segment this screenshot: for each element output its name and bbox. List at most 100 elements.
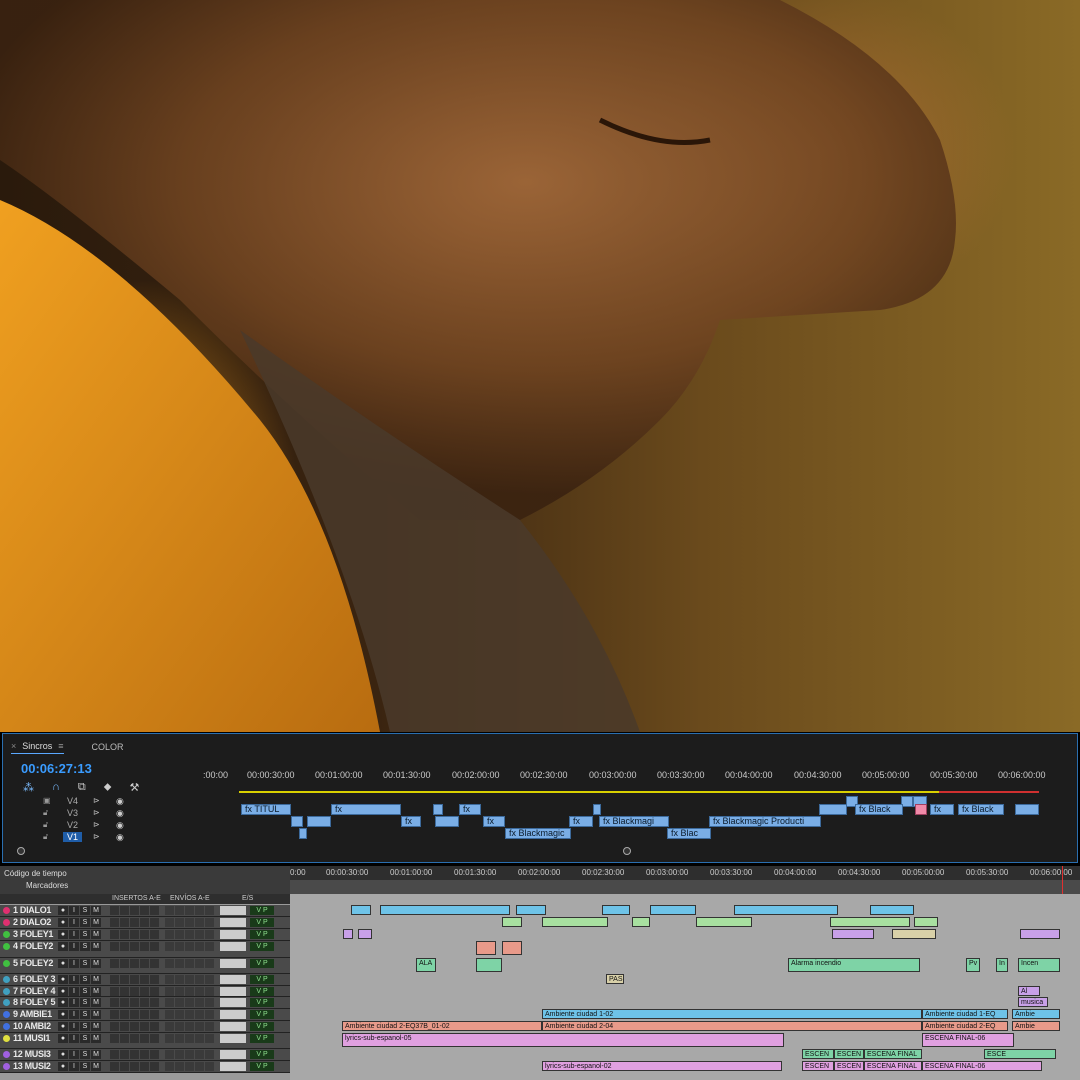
audio-clip-ambiente-2[interactable]: Ambiente ciudad 2-04 <box>542 1021 922 1031</box>
io-selector[interactable] <box>220 998 246 1007</box>
sync-lock-icon[interactable]: ⊳ <box>93 832 100 841</box>
menu-icon[interactable]: ≡ <box>58 741 63 751</box>
clip[interactable]: fx <box>459 804 481 815</box>
input-monitor-button[interactable]: I <box>69 959 79 968</box>
mute-button[interactable]: M <box>91 918 101 927</box>
voice-playback-selector[interactable]: V P <box>250 906 274 915</box>
track-name[interactable]: 2 DIALO2 <box>13 917 51 927</box>
audio-clip-pas[interactable]: PAS <box>606 974 624 984</box>
wrench-settings-icon[interactable]: ⚒ <box>129 781 139 794</box>
eye-icon[interactable]: ◉ <box>116 820 124 831</box>
voice-playback-selector[interactable]: V P <box>250 942 274 951</box>
audio-clip-lyrics-05[interactable]: lyrics-sub-espanol-05 <box>342 1033 784 1047</box>
record-button[interactable]: ● <box>58 1034 68 1043</box>
io-selector[interactable] <box>220 906 246 915</box>
clip-black[interactable]: fx Black <box>958 804 1004 815</box>
close-icon[interactable]: × <box>11 741 16 751</box>
scroll-handle-right[interactable] <box>623 847 631 855</box>
voice-playback-selector[interactable]: V P <box>250 1062 274 1071</box>
lane-v1[interactable]: fx Blackmagic fx Blac <box>203 828 1065 839</box>
track-name[interactable]: 5 FOLEY2 <box>13 958 53 968</box>
audio-clip-alarma-incendio[interactable]: Alarma incendio <box>788 958 920 972</box>
mute-button[interactable]: M <box>91 975 101 984</box>
insert-slots[interactable] <box>110 998 159 1007</box>
insert-slots[interactable] <box>110 987 159 996</box>
input-monitor-button[interactable]: I <box>69 930 79 939</box>
mute-button[interactable]: M <box>91 987 101 996</box>
solo-button[interactable]: S <box>80 959 90 968</box>
io-selector[interactable] <box>220 942 246 951</box>
audio-clip[interactable] <box>602 905 630 915</box>
input-monitor-button[interactable]: I <box>69 1010 79 1019</box>
record-button[interactable]: ● <box>58 1022 68 1031</box>
insert-slots[interactable] <box>110 959 159 968</box>
eye-icon[interactable]: ◉ <box>116 796 124 807</box>
record-button[interactable]: ● <box>58 1062 68 1071</box>
track-name[interactable]: 12 MUSI3 <box>13 1049 51 1059</box>
track-header[interactable]: 10 AMBI2 ● I S M V P <box>0 1021 290 1033</box>
input-monitor-button[interactable]: I <box>69 975 79 984</box>
clip[interactable]: fx <box>483 816 505 827</box>
audio-clip[interactable] <box>696 917 752 927</box>
lock-icon[interactable]: 🔓︎ <box>43 820 48 830</box>
add-marker-icon[interactable]: ⬥ <box>104 781 112 794</box>
audio-clip[interactable]: Al <box>1018 986 1040 996</box>
voice-playback-selector[interactable]: V P <box>250 918 274 927</box>
timeline-zoom-scrollbar[interactable] <box>17 847 1063 855</box>
insert-slots[interactable] <box>110 1062 159 1071</box>
clip[interactable] <box>915 804 927 815</box>
playhead-timecode[interactable]: 00:06:27:13 <box>21 761 92 776</box>
track-header[interactable]: 1 DIALO1 ● I S M V P <box>0 905 290 917</box>
send-slots[interactable] <box>165 959 214 968</box>
audio-clip[interactable] <box>650 905 696 915</box>
timecode-ruler[interactable]: 0:00 00:00:30:00 00:01:00:00 00:01:30:00… <box>290 866 1080 880</box>
insert-slots[interactable] <box>110 906 159 915</box>
mute-button[interactable]: M <box>91 930 101 939</box>
io-selector[interactable] <box>220 975 246 984</box>
clip[interactable]: fx <box>569 816 593 827</box>
track-name[interactable]: 3 FOLEY1 <box>13 929 53 939</box>
audio-clip[interactable]: ESCE <box>984 1049 1056 1059</box>
record-button[interactable]: ● <box>58 975 68 984</box>
insert-slots[interactable] <box>110 1010 159 1019</box>
insert-slots[interactable] <box>110 930 159 939</box>
audio-clip[interactable]: Ambie <box>1012 1021 1060 1031</box>
insert-slots[interactable] <box>110 1022 159 1031</box>
input-monitor-button[interactable]: I <box>69 987 79 996</box>
insert-slots[interactable] <box>110 1050 159 1059</box>
clip[interactable] <box>593 804 601 815</box>
audio-clip-musica[interactable]: musica <box>1018 997 1048 1007</box>
solo-button[interactable]: S <box>80 975 90 984</box>
send-slots[interactable] <box>165 1034 214 1043</box>
mute-button[interactable]: M <box>91 998 101 1007</box>
lock-icon[interactable]: 🔓︎ <box>43 832 48 842</box>
mute-button[interactable]: M <box>91 1050 101 1059</box>
audio-clip-alarma[interactable]: ALA <box>416 958 436 972</box>
clip-black[interactable]: fx Black <box>855 804 903 815</box>
track-header[interactable]: 7 FOLEY 4 ● I S M V P <box>0 986 290 997</box>
mute-button[interactable]: M <box>91 906 101 915</box>
clip[interactable]: fx <box>401 816 421 827</box>
lock-icon[interactable]: ▣ <box>43 796 51 805</box>
solo-button[interactable]: S <box>80 942 90 951</box>
track-name[interactable]: 10 AMBI2 <box>13 1021 51 1031</box>
track-name[interactable]: 13 MUSI2 <box>13 1061 51 1071</box>
markers-ruler[interactable] <box>290 880 1080 894</box>
audio-clip-ambiente-2-eq[interactable]: Ambiente ciudad 2-EQ37B_01-02 <box>342 1021 542 1031</box>
audio-clip[interactable] <box>892 929 936 939</box>
io-selector[interactable] <box>220 930 246 939</box>
track-header[interactable]: 5 FOLEY2 ● I S M V P <box>0 958 290 974</box>
io-selector[interactable] <box>220 1050 246 1059</box>
record-button[interactable]: ● <box>58 918 68 927</box>
audio-clip-lyrics-02[interactable]: lyrics-sub-espanol-02 <box>542 1061 782 1071</box>
solo-button[interactable]: S <box>80 906 90 915</box>
voice-playback-selector[interactable]: V P <box>250 1050 274 1059</box>
clip-black[interactable]: fx Blac <box>667 828 711 839</box>
record-button[interactable]: ● <box>58 1050 68 1059</box>
audio-clip[interactable]: ESCENA FINAL-06 <box>922 1061 1042 1071</box>
audio-clip[interactable]: ESCEN <box>802 1049 834 1059</box>
record-button[interactable]: ● <box>58 998 68 1007</box>
audio-clip[interactable] <box>502 941 522 955</box>
mute-button[interactable]: M <box>91 1022 101 1031</box>
insert-slots[interactable] <box>110 942 159 951</box>
